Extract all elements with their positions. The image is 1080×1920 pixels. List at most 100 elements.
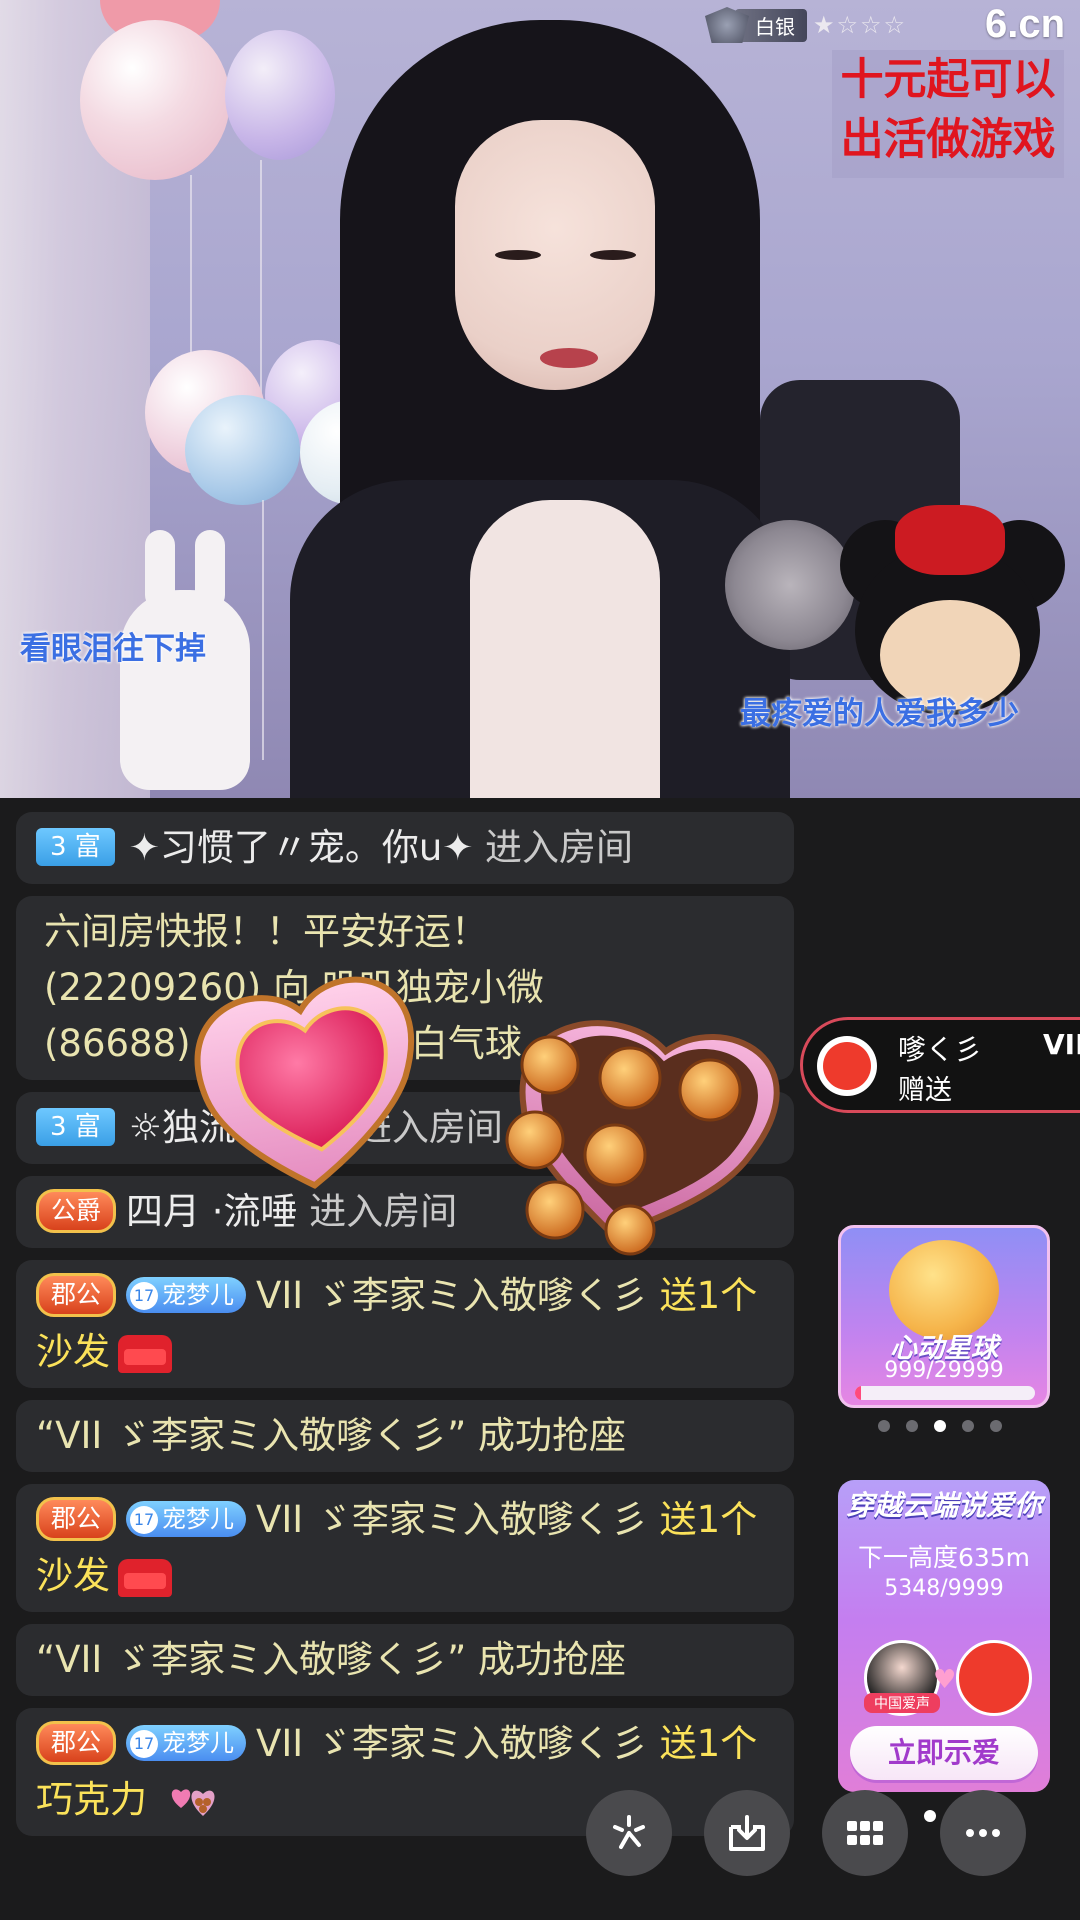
chat-user[interactable]: ✦习惯了〃宠。你u✦ xyxy=(129,826,473,869)
streamer-eye xyxy=(495,250,541,260)
gift-text: 送1个 xyxy=(647,1498,758,1541)
fan-level: 17 xyxy=(130,1281,159,1310)
broadcast-line: (86688) 赠送了1个告白气球 xyxy=(44,1022,522,1065)
cloud-love-card[interactable]: 穿越云端说爱你 下一高度635m 5348/9999 中国爱声 ♥ 立即示爱 xyxy=(838,1480,1050,1792)
balloon xyxy=(185,395,300,505)
fan-badge: 17 宠梦儿 xyxy=(126,1276,247,1313)
balloon xyxy=(80,20,230,180)
heart-icon: ♥ xyxy=(933,1665,957,1695)
download-icon xyxy=(729,1815,765,1851)
streamer-rank-badge[interactable]: 白银 ★☆☆☆ xyxy=(705,6,907,44)
chat-user[interactable]: 四月 ·流唾 xyxy=(126,1190,298,1233)
broadcast-line: (22209260) 向 叽叽独宠小微 xyxy=(44,966,544,1009)
card-progress-text: 999/29999 xyxy=(884,1358,1004,1383)
mouse-bow xyxy=(895,505,1005,575)
card-progress-fill xyxy=(855,1386,861,1400)
gift-sender-vip: VII xyxy=(1043,1028,1080,1061)
balloon xyxy=(225,30,335,160)
grid-icon xyxy=(847,1821,883,1845)
card-carousel-dots[interactable] xyxy=(878,1420,1002,1432)
chat-message: 3 富 ✦习惯了〃宠。你u✦ 进入房间 xyxy=(16,812,794,884)
wealth-level-badge: 3 富 xyxy=(36,1107,115,1146)
chat-message: “VII ゞ李家ミ入敬嗲く彡” 成功抢座 xyxy=(16,1624,794,1696)
chat-message: 3 富 ☼独流若苗☼ 进入房间 xyxy=(16,1092,794,1164)
planet-icon xyxy=(889,1240,999,1340)
more-icon xyxy=(966,1829,1000,1837)
chat-system-text: “VII ゞ李家ミ入敬嗲く彡” 成功抢座 xyxy=(36,1638,626,1681)
user-avatar xyxy=(956,1640,1032,1716)
fan-name: 宠梦儿 xyxy=(162,1728,235,1757)
apps-button[interactable] xyxy=(822,1790,908,1876)
gift-name: 巧克力 xyxy=(36,1778,147,1821)
carousel-dot[interactable] xyxy=(962,1420,974,1432)
lyric-caption-left: 看眼泪往下掉 xyxy=(20,631,206,667)
chat-user[interactable]: VII ゞ李家ミ入敬嗲く彡 xyxy=(256,1498,648,1541)
download-button[interactable] xyxy=(704,1790,790,1876)
fan-name: 宠梦儿 xyxy=(162,1504,235,1533)
promo-line: 出活做游戏 xyxy=(840,115,1056,165)
chat-gift-message: 郡公 17 宠梦儿 VII ゞ李家ミ入敬嗲く彡 送1个 沙发 xyxy=(16,1260,794,1388)
chat-broadcast: 六间房快报！！平安好运！ (22209260) 向 叽叽独宠小微 (86688)… xyxy=(16,896,794,1080)
fan-badge: 17 宠梦儿 xyxy=(126,1724,247,1761)
card-title: 穿越云端说爱你 xyxy=(845,1489,1042,1522)
gift-text: 送1个 xyxy=(647,1722,758,1765)
gift-name: 沙发 xyxy=(36,1330,110,1373)
streamer-shirt xyxy=(470,500,660,798)
chat-list[interactable]: 3 富 ✦习惯了〃宠。你u✦ 进入房间 六间房快报！！平安好运！ (2220926… xyxy=(16,812,794,1848)
noble-badge: 郡公 xyxy=(36,1496,117,1541)
promo-text: 十元起可以 出活做游戏 xyxy=(832,50,1064,178)
show-love-button[interactable]: 立即示爱 xyxy=(850,1726,1038,1780)
bunny-toy xyxy=(120,530,250,790)
streamer-lips xyxy=(540,348,598,368)
card-progress-text: 5348/9999 xyxy=(884,1576,1004,1601)
carousel-dot-active[interactable] xyxy=(934,1420,946,1432)
site-logo: 6.cn xyxy=(985,2,1066,46)
live-video[interactable]: 白银 ★☆☆☆ 6.cn 十元起可以 出活做游戏 看眼泪往下掉 最疼爱的人爱我多… xyxy=(0,0,1080,798)
sofa-gift-icon xyxy=(118,1334,172,1373)
noble-badge: 公爵 xyxy=(36,1188,117,1233)
gift-notice-banner[interactable]: 嗲く彡 赠送 VII xyxy=(800,1017,1080,1113)
balloon-string xyxy=(260,160,262,400)
streamer-avatar-label: 中国爱声 xyxy=(864,1693,940,1713)
chocolate-gift-icon xyxy=(171,1788,215,1816)
fan-badge: 17 宠梦儿 xyxy=(126,1500,247,1537)
gift-text: 送1个 xyxy=(647,1274,758,1317)
gift-name: 沙发 xyxy=(36,1554,110,1597)
fan-name: 宠梦儿 xyxy=(162,1280,235,1309)
sofa-gift-icon xyxy=(118,1558,172,1597)
sparkle-button[interactable] xyxy=(586,1790,672,1876)
chat-system-text: “VII ゞ李家ミ入敬嗲く彡” 成功抢座 xyxy=(36,1414,626,1457)
chat-message: “VII ゞ李家ミ入敬嗲く彡” 成功抢座 xyxy=(16,1400,794,1472)
noble-badge: 郡公 xyxy=(36,1272,117,1317)
next-height: 下一高度635m xyxy=(857,1543,1031,1572)
fan-level: 17 xyxy=(130,1729,159,1758)
broadcast-line: 六间房快报！！平安好运！ xyxy=(44,910,488,953)
chat-user[interactable]: VII ゞ李家ミ入敬嗲く彡 xyxy=(256,1274,648,1317)
gift-action: 赠送 xyxy=(898,1075,952,1106)
chat-action: 进入房间 xyxy=(297,1190,458,1233)
promo-line: 十元起可以 xyxy=(840,55,1056,105)
sparkle-icon xyxy=(613,1815,645,1849)
more-button[interactable] xyxy=(940,1790,1026,1876)
gift-sender-name: 嗲く彡 xyxy=(898,1033,983,1066)
carousel-dot[interactable] xyxy=(906,1420,918,1432)
carousel-dot[interactable] xyxy=(878,1420,890,1432)
chat-action: 进入房间 xyxy=(473,826,634,869)
streamer-eye xyxy=(590,250,636,260)
balloon-string xyxy=(262,500,264,760)
noble-badge: 郡公 xyxy=(36,1720,117,1765)
card-progress-bar xyxy=(855,1386,1035,1400)
carousel-dot[interactable] xyxy=(990,1420,1002,1432)
heart-planet-card[interactable]: 心动星球 999/29999 xyxy=(838,1225,1050,1408)
chat-user[interactable]: ☼独流若苗☼ xyxy=(129,1106,343,1149)
chat-action: 进入房间 xyxy=(343,1106,503,1149)
gift-sender-avatar[interactable] xyxy=(817,1036,877,1096)
chat-message: 公爵 四月 ·流唾 进入房间 xyxy=(16,1176,794,1248)
rank-stars: ★☆☆☆ xyxy=(813,11,908,39)
chat-gift-message: 郡公 17 宠梦儿 VII ゞ李家ミ入敬嗲く彡 送1个 巧克力 xyxy=(16,1708,794,1836)
fan-level: 17 xyxy=(130,1505,159,1534)
wealth-level-badge: 3 富 xyxy=(36,827,115,866)
chat-gift-message: 郡公 17 宠梦儿 VII ゞ李家ミ入敬嗲く彡 送1个 沙发 xyxy=(16,1484,794,1612)
chat-user[interactable]: VII ゞ李家ミ入敬嗲く彡 xyxy=(256,1722,648,1765)
lyric-caption-right: 最疼爱的人爱我多少 xyxy=(740,696,1019,732)
